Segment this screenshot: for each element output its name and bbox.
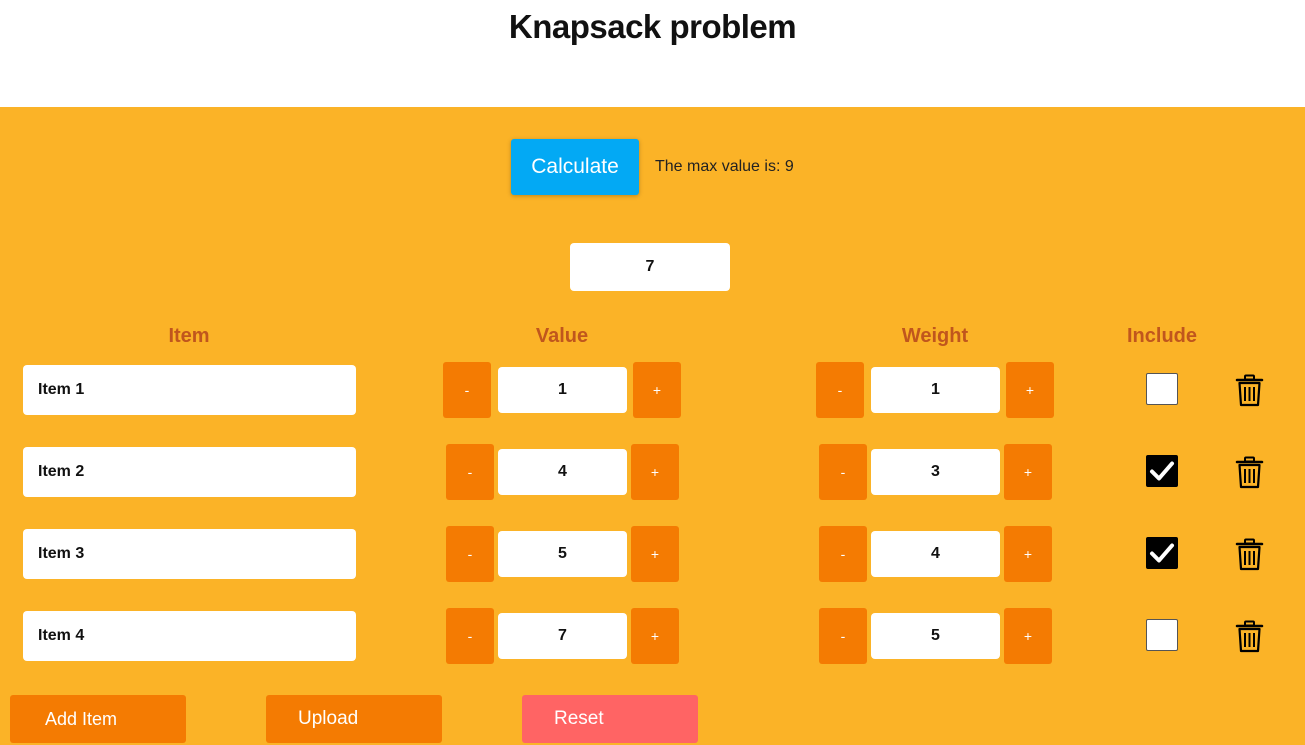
item-row: - + - + — [0, 444, 1305, 500]
upload-button[interactable]: Upload — [266, 695, 442, 743]
weight-column-header: Weight — [901, 325, 969, 347]
item-name-input[interactable] — [23, 611, 356, 661]
value-decrement-button[interactable]: - — [446, 526, 494, 582]
include-checkbox[interactable] — [1146, 455, 1178, 487]
include-checkbox[interactable] — [1146, 537, 1178, 569]
page-title: Knapsack problem — [508, 8, 797, 45]
value-decrement-button[interactable]: - — [443, 362, 491, 418]
weight-increment-button[interactable]: + — [1006, 362, 1054, 418]
max-value-text: The max value is: 9 — [655, 158, 794, 175]
value-decrement-button[interactable]: - — [446, 444, 494, 500]
value-decrement-button[interactable]: - — [446, 608, 494, 664]
value-increment-button[interactable]: + — [631, 444, 679, 500]
weight-increment-button[interactable]: + — [1004, 444, 1052, 500]
trash-icon[interactable] — [1235, 374, 1264, 407]
value-input[interactable] — [498, 531, 627, 577]
weight-decrement-button[interactable]: - — [819, 444, 867, 500]
weight-increment-button[interactable]: + — [1004, 608, 1052, 664]
weight-decrement-button[interactable]: - — [816, 362, 864, 418]
item-name-input[interactable] — [23, 447, 356, 497]
weight-decrement-button[interactable]: - — [819, 608, 867, 664]
weight-input[interactable] — [871, 613, 1000, 659]
value-increment-button[interactable]: + — [633, 362, 681, 418]
weight-increment-button[interactable]: + — [1004, 526, 1052, 582]
include-checkbox[interactable] — [1146, 619, 1178, 651]
check-icon — [1150, 543, 1174, 563]
item-column-header: Item — [168, 325, 210, 347]
trash-icon[interactable] — [1235, 456, 1264, 489]
item-row: - + - + — [0, 526, 1305, 582]
trash-icon[interactable] — [1235, 538, 1264, 571]
capacity-input[interactable] — [570, 243, 730, 291]
calculate-button[interactable]: Calculate — [511, 139, 639, 195]
weight-decrement-button[interactable]: - — [819, 526, 867, 582]
weight-input[interactable] — [871, 449, 1000, 495]
weight-input[interactable] — [871, 367, 1000, 413]
value-input[interactable] — [498, 613, 627, 659]
value-increment-button[interactable]: + — [631, 526, 679, 582]
trash-icon[interactable] — [1235, 620, 1264, 653]
add-item-button[interactable]: Add Item — [10, 695, 186, 743]
item-row: - + - + — [0, 608, 1305, 664]
value-input[interactable] — [498, 367, 627, 413]
value-column-header: Value — [535, 325, 589, 347]
value-increment-button[interactable]: + — [631, 608, 679, 664]
include-column-header: Include — [1126, 325, 1198, 347]
reset-button[interactable]: Reset — [522, 695, 698, 743]
include-checkbox[interactable] — [1146, 373, 1178, 405]
check-icon — [1150, 461, 1174, 481]
item-row: - + - + — [0, 362, 1305, 418]
item-name-input[interactable] — [23, 529, 356, 579]
weight-input[interactable] — [871, 531, 1000, 577]
item-name-input[interactable] — [23, 365, 356, 415]
value-input[interactable] — [498, 449, 627, 495]
